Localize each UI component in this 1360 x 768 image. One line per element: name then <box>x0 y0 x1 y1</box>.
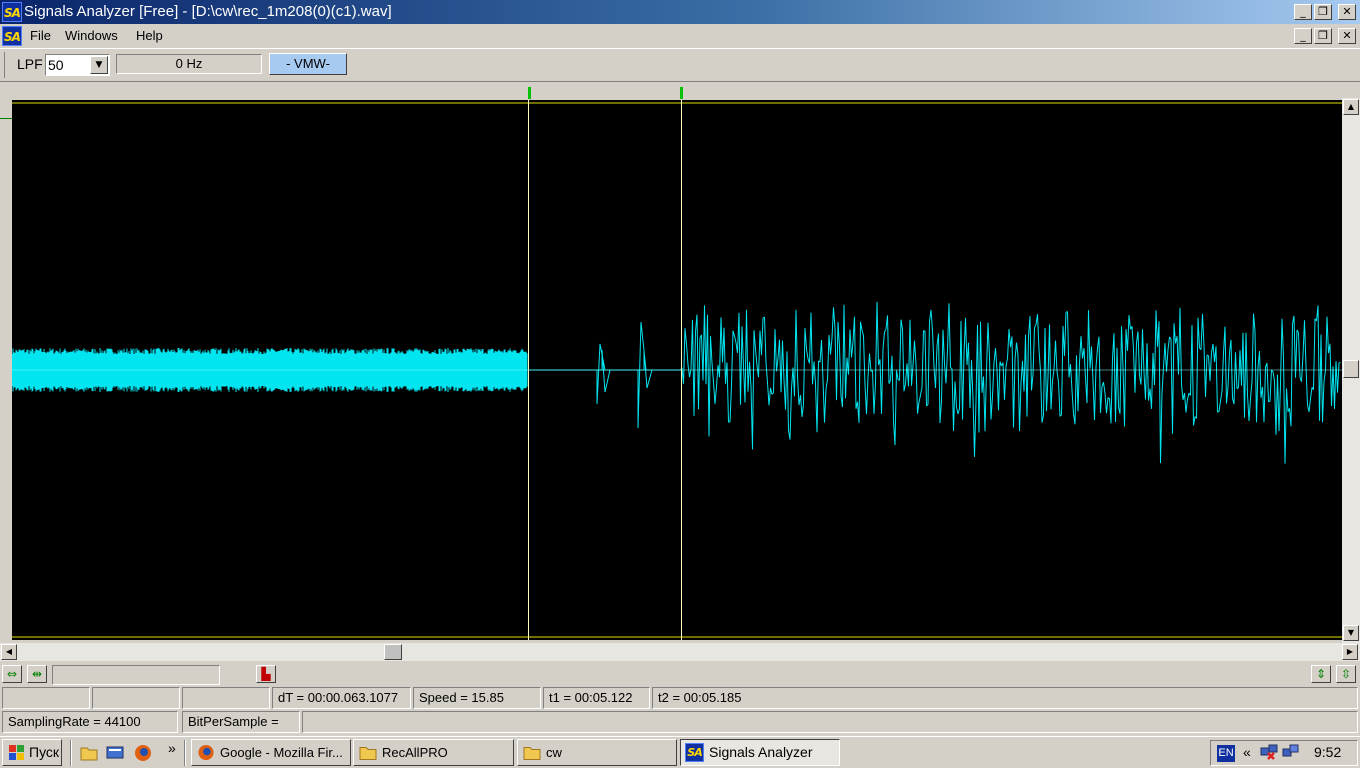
taskbar-separator <box>70 740 72 766</box>
folder-icon <box>523 747 541 760</box>
clock: 9:52 <box>1314 744 1342 760</box>
task-label: RecAllPRO <box>382 745 448 760</box>
toolbar-grip <box>4 52 5 78</box>
waveform-plot[interactable] <box>12 100 1342 640</box>
left-marker-line <box>0 118 12 119</box>
chevron-down-icon[interactable]: ▼ <box>90 56 108 74</box>
start-label: Пуск <box>29 744 60 760</box>
scroll-right-icon[interactable]: ▶ <box>1342 644 1358 660</box>
task-label: Signals Analyzer <box>709 744 813 760</box>
scroll-down-icon[interactable]: ▼ <box>1343 625 1359 641</box>
folder-icon <box>359 747 377 760</box>
status-sampling-rate: SamplingRate = 44100 <box>2 711 178 733</box>
quick-desktop-icon[interactable] <box>106 745 124 761</box>
network-icon[interactable] <box>1282 744 1300 762</box>
waveform-path <box>12 301 1341 464</box>
zoom-slider[interactable] <box>52 665 220 685</box>
vmw-button[interactable]: - VMW- <box>269 53 347 75</box>
menu-bar: SA File Windows Help _ ❐ ✕ <box>0 24 1360 48</box>
app-logo-icon: SA <box>2 2 22 22</box>
close-button[interactable]: ✕ <box>1338 4 1356 20</box>
zoom-in-vertical-icon[interactable]: ⇕ <box>1311 665 1331 683</box>
zoom-out-horizontal-icon[interactable]: ⇔ <box>2 665 22 683</box>
vertical-scroll-thumb[interactable] <box>1343 360 1359 378</box>
status-t1: t1 = 00:05.122 <box>543 687 650 709</box>
status-t2: t2 = 00:05.185 <box>652 687 1358 709</box>
lpf-value: 50 <box>48 57 64 73</box>
quick-launch-more-icon[interactable]: » <box>168 740 176 756</box>
waveform-svg <box>12 100 1342 640</box>
task-label: Google - Mozilla Fir... <box>220 745 343 760</box>
waveform-signal <box>12 301 1342 464</box>
language-indicator[interactable]: EN <box>1217 745 1235 762</box>
horizontal-scroll-thumb[interactable] <box>384 644 402 660</box>
doc-close-button[interactable]: ✕ <box>1338 28 1356 44</box>
status-bit-per-sample: BitPerSample = <box>182 711 300 733</box>
windows-logo-icon <box>9 745 24 760</box>
status-dt: dT = 00:00.063.1077 <box>272 687 411 709</box>
title-bar[interactable]: SA Signals Analyzer [Free] - [D:\cw\rec_… <box>0 0 1360 24</box>
window-title: Signals Analyzer [Free] - [D:\cw\rec_1m2… <box>24 3 392 20</box>
zoom-out-vertical-icon[interactable]: ⇳ <box>1336 665 1356 683</box>
task-cw[interactable]: cw <box>517 739 677 766</box>
menu-file[interactable]: File <box>30 28 51 43</box>
quick-folder-icon[interactable] <box>80 745 98 761</box>
horizontal-scrollbar[interactable]: ◀ ▶ <box>0 643 1360 661</box>
firefox-icon <box>198 744 214 761</box>
doc-restore-button[interactable]: ❐ <box>1314 28 1332 44</box>
sa-icon: SA <box>685 743 704 762</box>
quick-firefox-icon[interactable] <box>134 744 152 762</box>
document-logo-icon: SA <box>2 26 22 46</box>
lpf-select[interactable]: 50 ▼ <box>45 54 110 76</box>
minimize-button[interactable]: _ <box>1294 4 1312 20</box>
status-cell-2 <box>92 687 180 709</box>
task-recallpro[interactable]: RecAllPRO <box>353 739 514 766</box>
taskbar-separator-2 <box>184 740 186 766</box>
task-firefox[interactable]: Google - Mozilla Fir... <box>191 739 351 766</box>
status-speed: Speed = 15.85 <box>413 687 541 709</box>
toolbar: LPF 50 ▼ 0 Hz - VMW- <box>0 48 1360 82</box>
start-button[interactable]: Пуск <box>2 739 62 766</box>
status-empty <box>302 711 1358 733</box>
spectrum-icon[interactable]: ▙ <box>256 665 276 683</box>
doc-minimize-button[interactable]: _ <box>1294 28 1312 44</box>
cursor-marker-t1[interactable] <box>528 87 531 99</box>
status-cell-1 <box>2 687 90 709</box>
network-disconnected-icon[interactable] <box>1259 744 1281 762</box>
zoom-in-horizontal-icon[interactable]: ⇹ <box>27 665 47 683</box>
restore-button[interactable]: ❐ <box>1314 4 1332 20</box>
task-signals-analyzer[interactable]: SA Signals Analyzer <box>680 739 840 766</box>
task-label: cw <box>546 745 562 760</box>
tray-expand-icon[interactable]: « <box>1243 744 1251 760</box>
menu-windows[interactable]: Windows <box>65 28 118 43</box>
scroll-up-icon[interactable]: ▲ <box>1343 99 1359 115</box>
menu-help[interactable]: Help <box>136 28 163 43</box>
lpf-label: LPF <box>17 56 43 72</box>
status-cell-3 <box>182 687 270 709</box>
vertical-scrollbar[interactable]: ▲ ▼ <box>1342 98 1360 643</box>
taskbar: Пуск » Google - Mozilla Fir... RecAllPRO… <box>0 736 1360 768</box>
cursor-marker-t2[interactable] <box>680 87 683 99</box>
scroll-left-icon[interactable]: ◀ <box>1 644 17 660</box>
frequency-display: 0 Hz <box>116 54 262 74</box>
